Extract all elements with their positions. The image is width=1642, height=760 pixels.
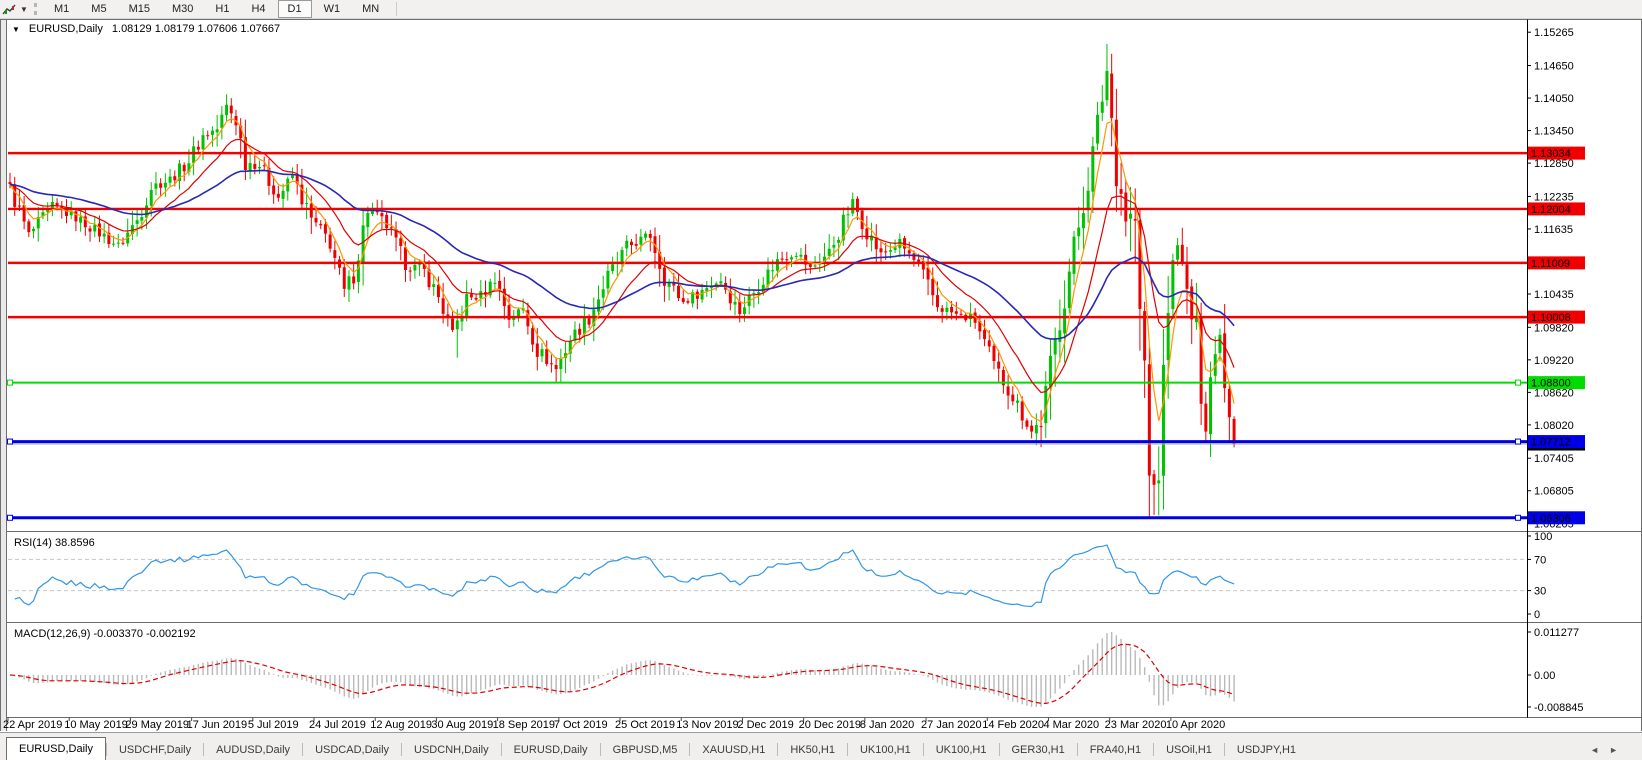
svg-text:1.08020: 1.08020 xyxy=(1534,420,1574,432)
svg-text:2 Dec 2019: 2 Dec 2019 xyxy=(737,719,793,731)
svg-text:100: 100 xyxy=(1534,531,1552,543)
macd-panel: 0.011277 0.00 -0.008845 xyxy=(10,627,1584,714)
svg-text:25 Oct 2019: 25 Oct 2019 xyxy=(615,719,675,731)
price-axis[interactable]: 1.152651.146501.140501.134501.128501.122… xyxy=(1527,27,1585,530)
candles-layer xyxy=(9,44,1236,519)
svg-text:1.10008: 1.10008 xyxy=(1531,312,1571,324)
svg-text:1.11009: 1.11009 xyxy=(1531,258,1570,270)
chart-symbol-label: EURUSD,Daily xyxy=(29,23,103,35)
svg-text:1.14650: 1.14650 xyxy=(1534,61,1574,73)
chart-canvas[interactable]: 1.152651.146501.140501.134501.128501.122… xyxy=(0,0,1642,760)
svg-text:10 Apr 2020: 10 Apr 2020 xyxy=(1166,719,1225,731)
svg-text:5 Jul 2019: 5 Jul 2019 xyxy=(248,719,299,731)
svg-text:18 Sep 2019: 18 Sep 2019 xyxy=(493,719,555,731)
rsi-line xyxy=(15,545,1234,606)
svg-text:1.06805: 1.06805 xyxy=(1534,486,1574,498)
chart-ohlc-quotes: 1.08129 1.08179 1.07606 1.07667 xyxy=(112,23,280,35)
svg-text:1.06306: 1.06306 xyxy=(1531,513,1571,525)
svg-text:24 Jul 2019: 24 Jul 2019 xyxy=(309,719,366,731)
rsi-label: RSI(14) 38.8596 xyxy=(14,537,95,549)
svg-text:14 Feb 2020: 14 Feb 2020 xyxy=(982,719,1044,731)
svg-text:23 Mar 2020: 23 Mar 2020 xyxy=(1105,719,1167,731)
svg-text:13 Nov 2019: 13 Nov 2019 xyxy=(676,719,738,731)
svg-text:-0.008845: -0.008845 xyxy=(1534,702,1584,714)
date-axis[interactable]: 22 Apr 201910 May 201929 May 201917 Jun … xyxy=(3,718,1225,732)
svg-text:0: 0 xyxy=(1534,609,1540,621)
line-handle[interactable] xyxy=(1516,380,1521,385)
svg-text:30 Aug 2019: 30 Aug 2019 xyxy=(431,719,493,731)
svg-text:27 Jan 2020: 27 Jan 2020 xyxy=(921,719,982,731)
svg-text:1.07405: 1.07405 xyxy=(1534,453,1574,465)
level-lines-layer xyxy=(8,153,1528,520)
macd-label: MACD(12,26,9) -0.003370 -0.002192 xyxy=(14,628,196,640)
svg-text:1.07712: 1.07712 xyxy=(1531,437,1571,449)
svg-text:1.08800: 1.08800 xyxy=(1531,378,1571,390)
svg-text:30: 30 xyxy=(1534,586,1546,598)
mt4-terminal: { "toolbar": { "timeframes": ["M1","M5",… xyxy=(0,0,1642,760)
svg-text:1.14050: 1.14050 xyxy=(1534,93,1574,105)
svg-text:4 Mar 2020: 4 Mar 2020 xyxy=(1043,719,1099,731)
svg-text:1.15265: 1.15265 xyxy=(1534,27,1574,39)
svg-text:70: 70 xyxy=(1534,554,1546,566)
svg-text:17 Jun 2019: 17 Jun 2019 xyxy=(187,719,248,731)
svg-text:1.13034: 1.13034 xyxy=(1531,148,1571,160)
chart-title: ▼ EURUSD,Daily 1.08129 1.08179 1.07606 1… xyxy=(12,23,280,35)
svg-text:7 Oct 2019: 7 Oct 2019 xyxy=(554,719,608,731)
line-handle[interactable] xyxy=(1516,439,1521,444)
svg-text:20 Dec 2019: 20 Dec 2019 xyxy=(799,719,861,731)
svg-text:1.13450: 1.13450 xyxy=(1534,126,1574,138)
line-handle[interactable] xyxy=(1516,515,1521,520)
svg-text:1.09220: 1.09220 xyxy=(1534,355,1574,367)
svg-text:1.12004: 1.12004 xyxy=(1531,204,1571,216)
svg-text:1.10435: 1.10435 xyxy=(1534,289,1574,301)
svg-text:22 Apr 2019: 22 Apr 2019 xyxy=(3,719,62,731)
svg-text:8 Jan 2020: 8 Jan 2020 xyxy=(860,719,914,731)
line-handle[interactable] xyxy=(8,439,13,444)
line-handle[interactable] xyxy=(8,380,13,385)
window-menu-icon[interactable]: ▼ xyxy=(12,25,20,34)
line-handle[interactable] xyxy=(8,515,13,520)
svg-text:1.11635: 1.11635 xyxy=(1534,224,1573,236)
svg-text:0.011277: 0.011277 xyxy=(1534,627,1579,639)
svg-text:29 May 2019: 29 May 2019 xyxy=(125,719,189,731)
svg-text:0.00: 0.00 xyxy=(1534,670,1555,682)
svg-text:10 May 2019: 10 May 2019 xyxy=(64,719,128,731)
rsi-panel: 100 70 30 0 xyxy=(8,531,1552,621)
svg-text:1.12235: 1.12235 xyxy=(1534,191,1574,203)
svg-text:12 Aug 2019: 12 Aug 2019 xyxy=(370,719,432,731)
